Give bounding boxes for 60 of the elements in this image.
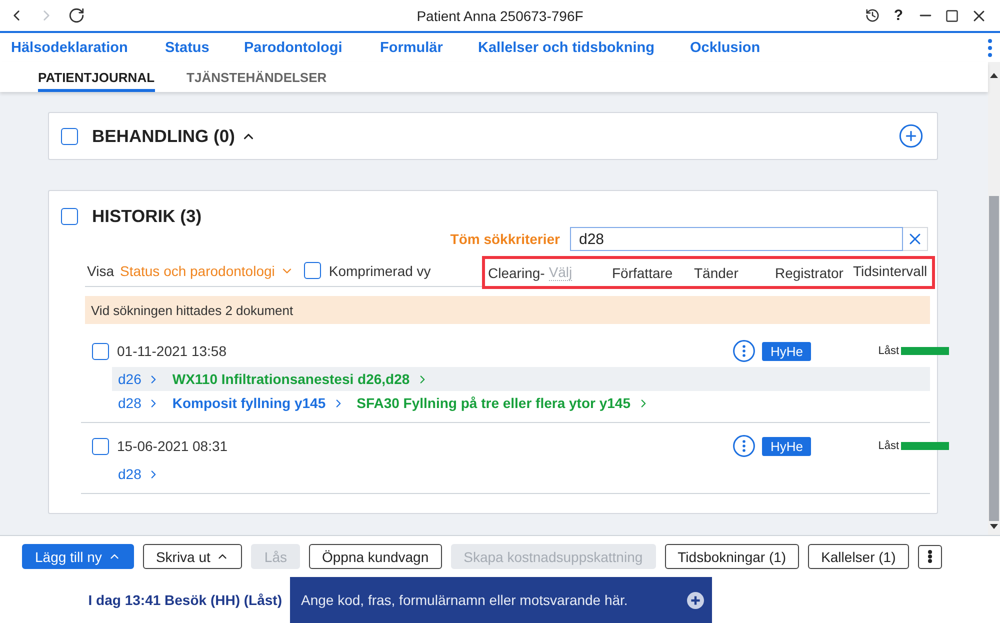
nav-tab[interactable]: Parodontologi bbox=[244, 40, 342, 56]
help-button[interactable]: ? bbox=[890, 7, 906, 24]
maximize-icon[interactable] bbox=[945, 8, 959, 22]
scroll-down-icon[interactable] bbox=[990, 524, 998, 529]
kebab-icon[interactable] bbox=[928, 550, 932, 563]
lock-status-label: Låst bbox=[878, 345, 899, 357]
nav-tab[interactable]: Hälsodeklaration bbox=[11, 40, 128, 56]
tooth-link[interactable]: d28 bbox=[118, 466, 160, 482]
scrollbar-track[interactable] bbox=[988, 62, 1000, 535]
nav-tab[interactable]: Status bbox=[165, 40, 210, 56]
toolbar-button[interactable]: Skriva ut bbox=[142, 544, 242, 569]
tooth-link[interactable]: d28 bbox=[118, 395, 160, 411]
checkbox[interactable] bbox=[304, 262, 321, 279]
filter-label[interactable]: Registrator bbox=[775, 264, 844, 280]
checkbox[interactable] bbox=[92, 438, 109, 454]
more-options-icon[interactable] bbox=[733, 340, 756, 362]
signature-badge: HyHe bbox=[762, 436, 812, 456]
procedure-group-link[interactable]: Komposit fyllning y145 bbox=[172, 395, 345, 411]
more-button[interactable] bbox=[918, 544, 942, 568]
add-icon[interactable] bbox=[687, 592, 704, 608]
entry-date: 15-06-2021 08:31 bbox=[117, 438, 228, 454]
nav-tab[interactable]: Formulär bbox=[380, 40, 443, 56]
reload-icon[interactable] bbox=[68, 7, 85, 24]
add-icon[interactable] bbox=[898, 123, 924, 149]
filter-label[interactable]: Clearing- bbox=[488, 264, 545, 280]
lock-status-label: Låst bbox=[878, 440, 899, 452]
entry-date: 01-11-2021 13:58 bbox=[117, 343, 226, 359]
filter-label[interactable]: Tidsintervall bbox=[853, 263, 928, 279]
view-select[interactable]: Status och parodontologi bbox=[120, 262, 294, 278]
checkbox[interactable] bbox=[92, 342, 109, 360]
sub-tab[interactable]: TJÄNSTEHÄNDELSER bbox=[186, 62, 327, 92]
filter-label[interactable]: Författare bbox=[612, 264, 673, 280]
history-icon[interactable] bbox=[864, 8, 880, 23]
checkbox[interactable] bbox=[61, 128, 78, 144]
search-field[interactable]: d28 bbox=[570, 227, 903, 251]
nav-tab[interactable]: Kallelser och tidsbokning bbox=[478, 40, 654, 56]
checkbox-label: Komprimerad vy bbox=[328, 262, 431, 278]
section-title: HISTORIK (3) bbox=[92, 206, 202, 226]
tooth-link[interactable]: d26 bbox=[118, 371, 160, 387]
kebab-menu-icon[interactable] bbox=[988, 38, 992, 56]
scroll-thumb[interactable] bbox=[989, 196, 999, 521]
procedure-link[interactable]: WX110 Infiltrationsanestesi d26,d28 bbox=[172, 371, 429, 387]
section-title: BEHANDLING (0) bbox=[92, 126, 235, 146]
result-text: Vid sökningen hittades 2 dokument bbox=[91, 302, 294, 318]
procedure-link[interactable]: SFA30 Fyllning på tre eller flera ytor y145 bbox=[356, 395, 650, 411]
clear-search-button[interactable] bbox=[903, 227, 928, 251]
view-label: Visa bbox=[87, 262, 114, 278]
checkbox[interactable] bbox=[61, 208, 78, 224]
toolbar-button[interactable]: Kallelser (1) bbox=[808, 544, 909, 569]
signature-badge: HyHe bbox=[762, 342, 812, 360]
toolbar-button[interactable]: Lägg till ny bbox=[22, 544, 134, 569]
filter-label[interactable]: Tänder bbox=[694, 264, 738, 280]
scroll-up-icon[interactable] bbox=[990, 73, 998, 78]
visit-status-text: I dag 13:41 Besök (HH) (Låst) bbox=[87, 591, 283, 610]
clear-criteria-link[interactable]: Töm sökkriterier bbox=[450, 231, 560, 247]
nav-tab[interactable]: Ocklusion bbox=[690, 40, 760, 56]
toolbar-button[interactable]: Öppna kundvagn bbox=[308, 544, 442, 569]
more-options-icon[interactable] bbox=[733, 435, 756, 457]
window-title: Patient Anna 250673-796F bbox=[416, 8, 584, 24]
toolbar-button[interactable]: Tidsbokningar (1) bbox=[664, 544, 800, 569]
